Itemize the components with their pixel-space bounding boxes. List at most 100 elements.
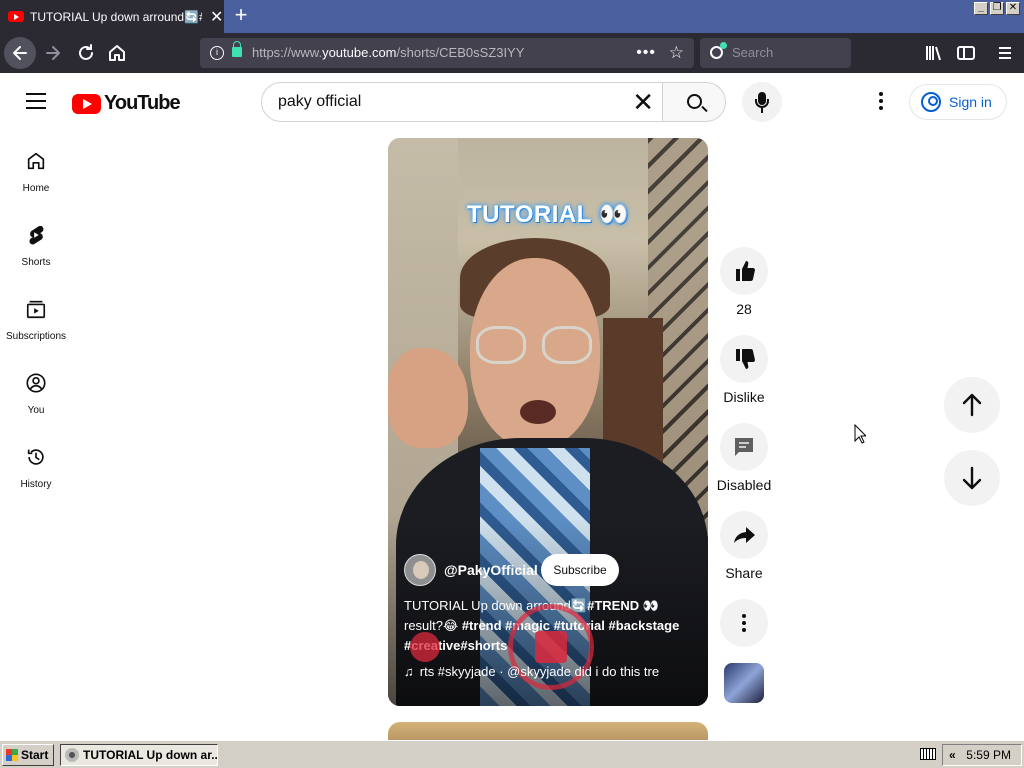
next-short-preview[interactable] <box>388 722 708 742</box>
url-path: /shorts/CEB0sSZ3IYY <box>396 45 525 60</box>
subscribe-button[interactable]: Subscribe <box>541 554 619 586</box>
home-button[interactable] <box>101 37 133 69</box>
taskbar-clock[interactable]: 5:59 PM <box>966 745 1011 765</box>
video-scene-hand <box>388 348 468 448</box>
like-button[interactable] <box>720 247 768 295</box>
video-scene-glasses <box>542 326 592 364</box>
back-button[interactable] <box>4 37 36 69</box>
app-menu-button[interactable] <box>989 37 1021 69</box>
sign-in-button[interactable]: Sign in <box>909 84 1007 120</box>
menu-line-icon <box>26 93 46 95</box>
dislike-label: Dislike <box>723 389 765 405</box>
site-info-icon[interactable]: i <box>210 46 224 60</box>
restore-button[interactable]: ❐ <box>990 2 1004 15</box>
url-bar[interactable]: i https://www.youtube.com/shorts/CEB0sSZ… <box>200 38 694 68</box>
sidebar-item-shorts[interactable]: Shorts <box>0 224 72 298</box>
reload-button[interactable] <box>70 37 102 69</box>
sidebar-toggle-button[interactable] <box>950 37 982 69</box>
shorts-video-player[interactable]: TUTORIAL 👀 @PakyOfficial Subscribe TUTOR… <box>388 138 708 706</box>
browser-tab-strip: TUTORIAL Up down arround🔄#TREND ✕ + _ ❐ … <box>0 0 1024 33</box>
search-input[interactable]: paky official ✕ <box>261 82 663 122</box>
lock-icon[interactable] <box>232 41 242 57</box>
comments-label: Disabled <box>716 477 772 493</box>
browser-search-placeholder: Search <box>732 45 774 60</box>
arrow-up-icon <box>962 393 982 417</box>
close-window-button[interactable]: ✕ <box>1006 2 1020 15</box>
more-vertical-icon <box>742 614 746 632</box>
history-icon <box>27 449 44 465</box>
channel-name-link[interactable]: @PakyOfficial <box>444 562 538 578</box>
search-engine-icon <box>710 42 727 59</box>
tab-close-icon[interactable]: ✕ <box>210 7 223 27</box>
arrow-down-icon <box>962 466 982 490</box>
forward-button[interactable] <box>37 37 69 69</box>
sidebar-item-label: History <box>20 479 52 490</box>
voice-search-button[interactable] <box>742 82 782 122</box>
dot-icon <box>879 92 883 96</box>
youtube-wordmark: YouTube <box>104 92 181 114</box>
music-ticker[interactable]: ♫ rts #skyyjade · @skyyjade did i do this… <box>404 664 700 679</box>
library-button[interactable] <box>918 37 950 69</box>
sidebar-item-label: Subscriptions <box>5 331 67 342</box>
bookmark-star-icon[interactable]: ☆ <box>669 38 684 68</box>
search-button[interactable] <box>662 82 726 122</box>
youtube-favicon-icon <box>8 11 24 22</box>
share-label: Share <box>725 565 763 581</box>
thumbs-down-icon <box>736 349 755 369</box>
comments-button[interactable] <box>720 423 768 471</box>
subscriptions-icon <box>26 300 46 319</box>
more-actions-button[interactable] <box>720 599 768 647</box>
sidebar-item-you[interactable]: You <box>0 372 72 446</box>
channel-avatar[interactable] <box>404 554 436 586</box>
tray-expand-icon[interactable]: « <box>949 745 956 765</box>
sidebar-item-label: Home <box>22 183 50 194</box>
previous-short-button[interactable] <box>944 377 1000 433</box>
share-button[interactable] <box>720 511 768 559</box>
back-arrow-icon <box>13 46 27 60</box>
clear-search-icon[interactable]: ✕ <box>632 83 654 121</box>
dot-icon <box>879 99 883 103</box>
video-scene-glasses <box>476 326 526 364</box>
shorts-icon <box>29 225 44 245</box>
library-icon <box>926 46 941 61</box>
window-controls: _ ❐ ✕ <box>974 2 1020 15</box>
url-host: youtube.com <box>322 45 397 60</box>
microphone-foot <box>761 108 763 113</box>
taskbar-firefox-window[interactable]: TUTORIAL Up down ar... <box>60 744 218 766</box>
new-tab-button[interactable]: + <box>230 4 252 28</box>
settings-more-button[interactable] <box>872 92 890 112</box>
video-overlay-title: TUTORIAL 👀 <box>467 201 629 228</box>
menu-line-icon <box>26 107 46 109</box>
youtube-play-icon <box>72 93 101 114</box>
os-taskbar: Start TUTORIAL Up down ar... « 5:59 PM <box>0 740 1024 768</box>
home-browser-icon <box>109 45 125 61</box>
browser-tab-active[interactable]: TUTORIAL Up down arround🔄#TREND ✕ <box>0 0 224 33</box>
description-emoji: 👀 <box>639 598 659 613</box>
guide-menu-button[interactable] <box>26 93 46 109</box>
thumbs-up-icon <box>736 261 755 281</box>
keyboard-layout-icon[interactable] <box>920 748 936 760</box>
sidebar-item-subscriptions[interactable]: Subscriptions <box>0 298 72 372</box>
hashtag-link[interactable]: #TREND <box>587 598 639 613</box>
mouse-cursor-icon <box>854 424 866 444</box>
browser-search-field[interactable]: Search <box>700 38 851 68</box>
like-count: 28 <box>736 301 752 317</box>
page-actions-icon[interactable]: ••• <box>636 38 656 68</box>
sign-in-label: Sign in <box>949 94 992 110</box>
start-label: Start <box>21 748 49 762</box>
video-scene-mouth <box>520 400 556 424</box>
search-input-value: paky official <box>278 93 362 110</box>
next-short-button[interactable] <box>944 450 1000 506</box>
sidebar-item-home[interactable]: Home <box>0 150 72 224</box>
sidebar-icon <box>957 46 975 60</box>
sidebar-item-label: You <box>27 405 45 416</box>
start-button[interactable]: Start <box>2 744 54 766</box>
you-icon <box>26 373 46 393</box>
dislike-button[interactable] <box>720 335 768 383</box>
browser-nav-bar: i https://www.youtube.com/shorts/CEB0sSZ… <box>0 33 1024 73</box>
youtube-logo[interactable]: YouTube <box>72 92 181 115</box>
sound-remix-thumbnail[interactable] <box>724 663 764 703</box>
sidebar-item-history[interactable]: History <box>0 446 72 520</box>
music-note-icon: ♫ <box>404 664 414 679</box>
minimize-button[interactable]: _ <box>974 2 988 15</box>
